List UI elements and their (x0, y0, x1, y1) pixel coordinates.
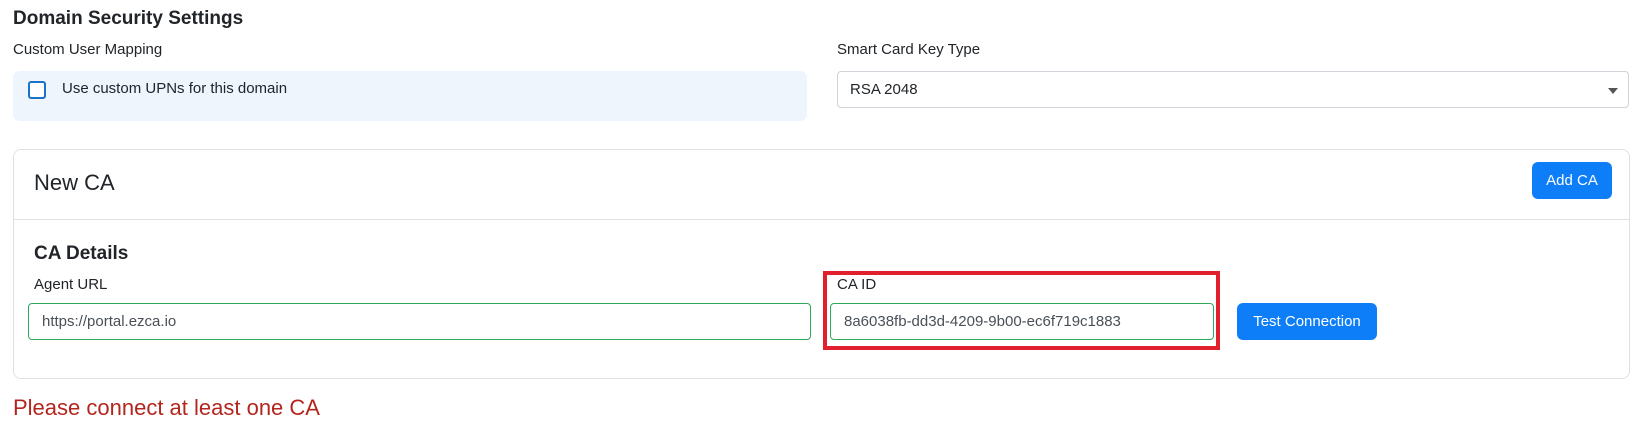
add-ca-button[interactable]: Add CA (1532, 162, 1612, 199)
custom-upn-checkbox[interactable] (28, 81, 46, 99)
new-ca-card: New CA Add CA CA Details Agent URL https… (13, 149, 1630, 379)
custom-upn-option[interactable]: Use custom UPNs for this domain (13, 71, 807, 121)
custom-mapping-label: Custom User Mapping (13, 41, 163, 58)
key-type-select[interactable]: RSA 2048 (837, 71, 1629, 108)
test-connection-button[interactable]: Test Connection (1237, 303, 1377, 340)
agent-url-input[interactable]: https://portal.ezca.io (28, 303, 811, 340)
card-header: New CA Add CA (14, 150, 1629, 220)
custom-upn-label: Use custom UPNs for this domain (62, 80, 288, 97)
ca-id-label: CA ID (837, 276, 877, 293)
error-message: Please connect at least one CA (13, 395, 320, 420)
ca-id-input[interactable]: 8a6038fb-dd3d-4209-9b00-ec6f719c1883 (830, 303, 1214, 340)
section-title: Domain Security Settings (13, 8, 244, 29)
ca-details-title: CA Details (34, 243, 129, 264)
chevron-down-icon (1608, 88, 1618, 94)
agent-url-label: Agent URL (34, 276, 108, 293)
key-type-value: RSA 2048 (850, 81, 918, 98)
key-type-label: Smart Card Key Type (837, 41, 981, 58)
card-title: New CA (34, 170, 115, 195)
